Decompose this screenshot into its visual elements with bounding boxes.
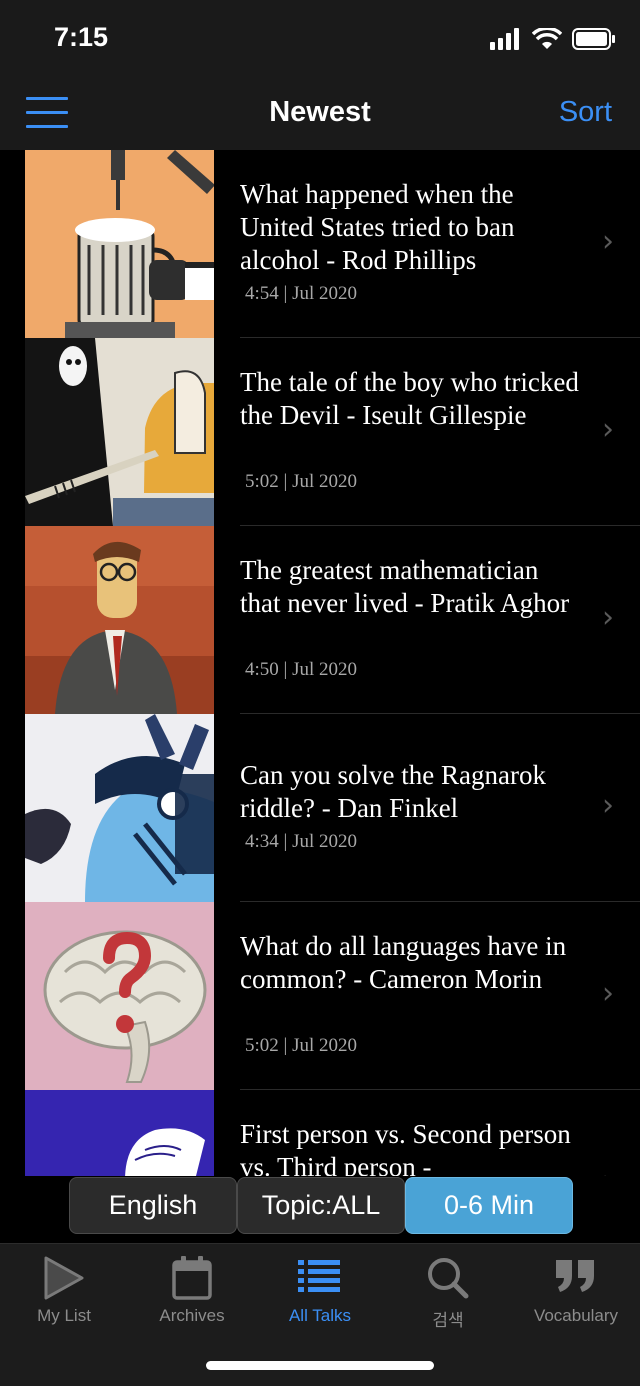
wifi-icon [532, 28, 562, 49]
tab-label: My List [37, 1306, 91, 1325]
tab-archives[interactable]: Archives [128, 1244, 256, 1344]
talk-title: Can you solve the Ragnarok riddle? - Dan… [240, 760, 546, 823]
chevron-right-icon: › [602, 788, 614, 823]
navigation-bar: Newest Sort [0, 80, 640, 150]
talk-title: What do all languages have in common? - … [240, 931, 567, 994]
talk-row[interactable]: Can you solve the Ragnarok riddle? - Dan… [0, 714, 640, 902]
chevron-right-icon: › [602, 976, 614, 1011]
talk-thumbnail [25, 150, 214, 338]
tab-label: All Talks [288, 1306, 352, 1325]
tab-all-talks[interactable]: All Talks [256, 1244, 384, 1344]
talk-title: The greatest mathematician that never li… [240, 555, 570, 618]
search-icon [384, 1256, 512, 1300]
talk-row[interactable]: The tale of the boy who tricked the Devi… [0, 338, 640, 526]
talk-thumbnail [25, 1090, 214, 1176]
tab-search[interactable]: 검색 [384, 1244, 512, 1344]
status-bar: 7:15 [0, 0, 640, 80]
filter-bar: English Topic:ALL 0-6 Min [69, 1177, 573, 1234]
talk-meta: 4:50 | Jul 2020 [245, 659, 358, 680]
status-icons [490, 26, 616, 52]
talk-thumbnail [25, 526, 214, 714]
talk-row[interactable]: The greatest mathematician that never li… [0, 526, 640, 714]
language-filter-button[interactable]: English [69, 1177, 237, 1234]
talk-list[interactable]: What happened when the United States tri… [0, 150, 640, 1176]
tab-my-list[interactable]: My List [0, 1244, 128, 1344]
play-icon [0, 1256, 128, 1300]
talk-title: What happened when the United States tri… [240, 179, 515, 275]
chevron-right-icon: › [602, 600, 614, 635]
quote-icon [512, 1256, 640, 1300]
sort-button[interactable]: Sort [559, 96, 612, 129]
talk-meta: 4:54 | Jul 2020 [245, 283, 358, 304]
talk-meta: 5:02 | Jul 2020 [245, 1035, 358, 1056]
tab-label: Vocabulary [533, 1306, 619, 1325]
signal-icon [490, 28, 519, 50]
talk-thumbnail [25, 902, 214, 1090]
talk-row[interactable]: What happened when the United States tri… [0, 150, 640, 338]
chevron-right-icon: › [602, 1164, 614, 1176]
talk-meta: 4:34 | Jul 2020 [245, 831, 358, 852]
calendar-icon [128, 1256, 256, 1300]
talk-row[interactable]: What do all languages have in common? - … [0, 902, 640, 1090]
talk-meta: 5:02 | Jul 2020 [245, 471, 358, 492]
talk-title: First person vs. Second person vs. Third… [240, 1119, 571, 1176]
duration-filter-button[interactable]: 0-6 Min [405, 1177, 573, 1234]
list-icon [256, 1256, 384, 1300]
hamburger-menu-icon[interactable] [26, 96, 70, 130]
talk-row[interactable]: First person vs. Second person vs. Third… [0, 1090, 640, 1176]
talk-thumbnail [25, 714, 214, 902]
topic-filter-button[interactable]: Topic:ALL [237, 1177, 405, 1234]
home-indicator[interactable] [206, 1361, 434, 1370]
tab-label: 검색 [432, 1311, 464, 1330]
status-time: 7:15 [54, 22, 109, 52]
chevron-right-icon: › [602, 224, 614, 259]
talk-thumbnail [25, 338, 214, 526]
tab-label: Archives [159, 1306, 225, 1325]
chevron-right-icon: › [602, 412, 614, 447]
talk-title: The tale of the boy who tricked the Devi… [240, 367, 579, 430]
battery-icon [572, 28, 615, 50]
page-title: Newest [269, 96, 371, 128]
tab-vocabulary[interactable]: Vocabulary [512, 1244, 640, 1344]
